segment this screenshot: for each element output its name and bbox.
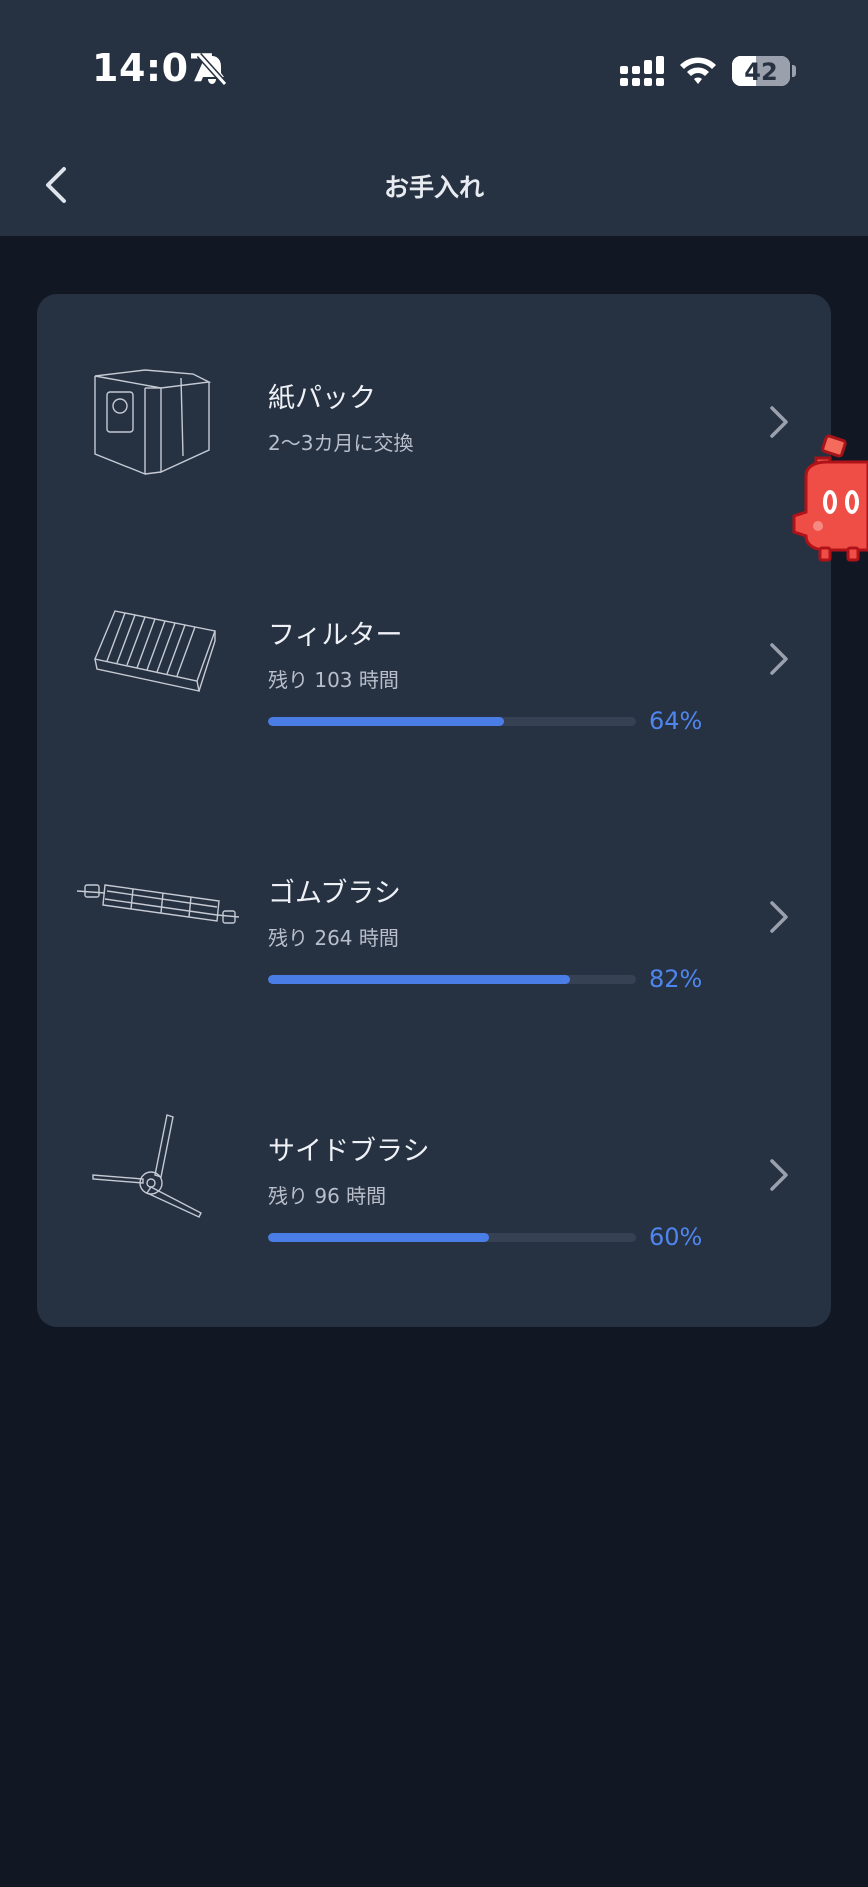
progress-fill — [268, 1233, 489, 1242]
list-item-side-brush[interactable]: サイドブラシ 残り 96 時間 60% — [37, 1067, 831, 1287]
chevron-right-icon — [770, 643, 788, 675]
list-item-rubber-brush[interactable]: ゴムブラシ 残り 264 時間 82% — [37, 809, 831, 1029]
page-title: お手入れ — [383, 173, 484, 202]
battery-cap — [792, 65, 796, 77]
item-name: フィルター — [268, 620, 403, 651]
wifi-icon — [680, 57, 716, 84]
progress-bar — [268, 717, 636, 726]
chevron-right-icon — [770, 901, 788, 933]
progress-bar — [268, 975, 636, 984]
item-subtitle: 2～3カ月に交換 — [268, 431, 414, 455]
progress-fill — [268, 717, 504, 726]
rubber-brush-icon — [76, 884, 240, 924]
item-subtitle: 残り 103 時間 — [268, 668, 399, 692]
bell-slash-icon — [196, 52, 228, 86]
chevron-right-icon — [770, 1159, 788, 1191]
filter-icon — [94, 610, 216, 692]
battery-level: 42 — [744, 58, 778, 86]
progress-bar — [268, 1233, 636, 1242]
item-name: 紙パック — [268, 383, 376, 414]
side-brush-icon — [92, 1114, 202, 1218]
percent-label: 60% — [649, 1223, 703, 1251]
percent-label: 64% — [649, 707, 703, 735]
floating-assistant-icon[interactable] — [786, 432, 868, 562]
item-name: サイドブラシ — [268, 1136, 430, 1167]
dust-bag-icon — [94, 369, 212, 476]
battery-icon: 42 — [732, 56, 790, 86]
list-item-filter[interactable]: フィルター 残り 103 時間 64% — [37, 551, 831, 771]
list-item-dust-bag[interactable]: 紙パック 2～3カ月に交換 — [37, 314, 831, 534]
maintenance-card: 紙パック 2～3カ月に交換 フィルター 残り 103 時間 64% ゴムブラシ … — [37, 294, 831, 1327]
cellular-signal-icon — [620, 56, 664, 86]
progress-fill — [268, 975, 570, 984]
percent-label: 82% — [649, 965, 703, 993]
header: 14:07 42 お手入れ — [0, 0, 868, 236]
item-name: ゴムブラシ — [268, 878, 401, 909]
item-subtitle: 残り 264 時間 — [268, 926, 399, 950]
item-subtitle: 残り 96 時間 — [268, 1184, 387, 1208]
